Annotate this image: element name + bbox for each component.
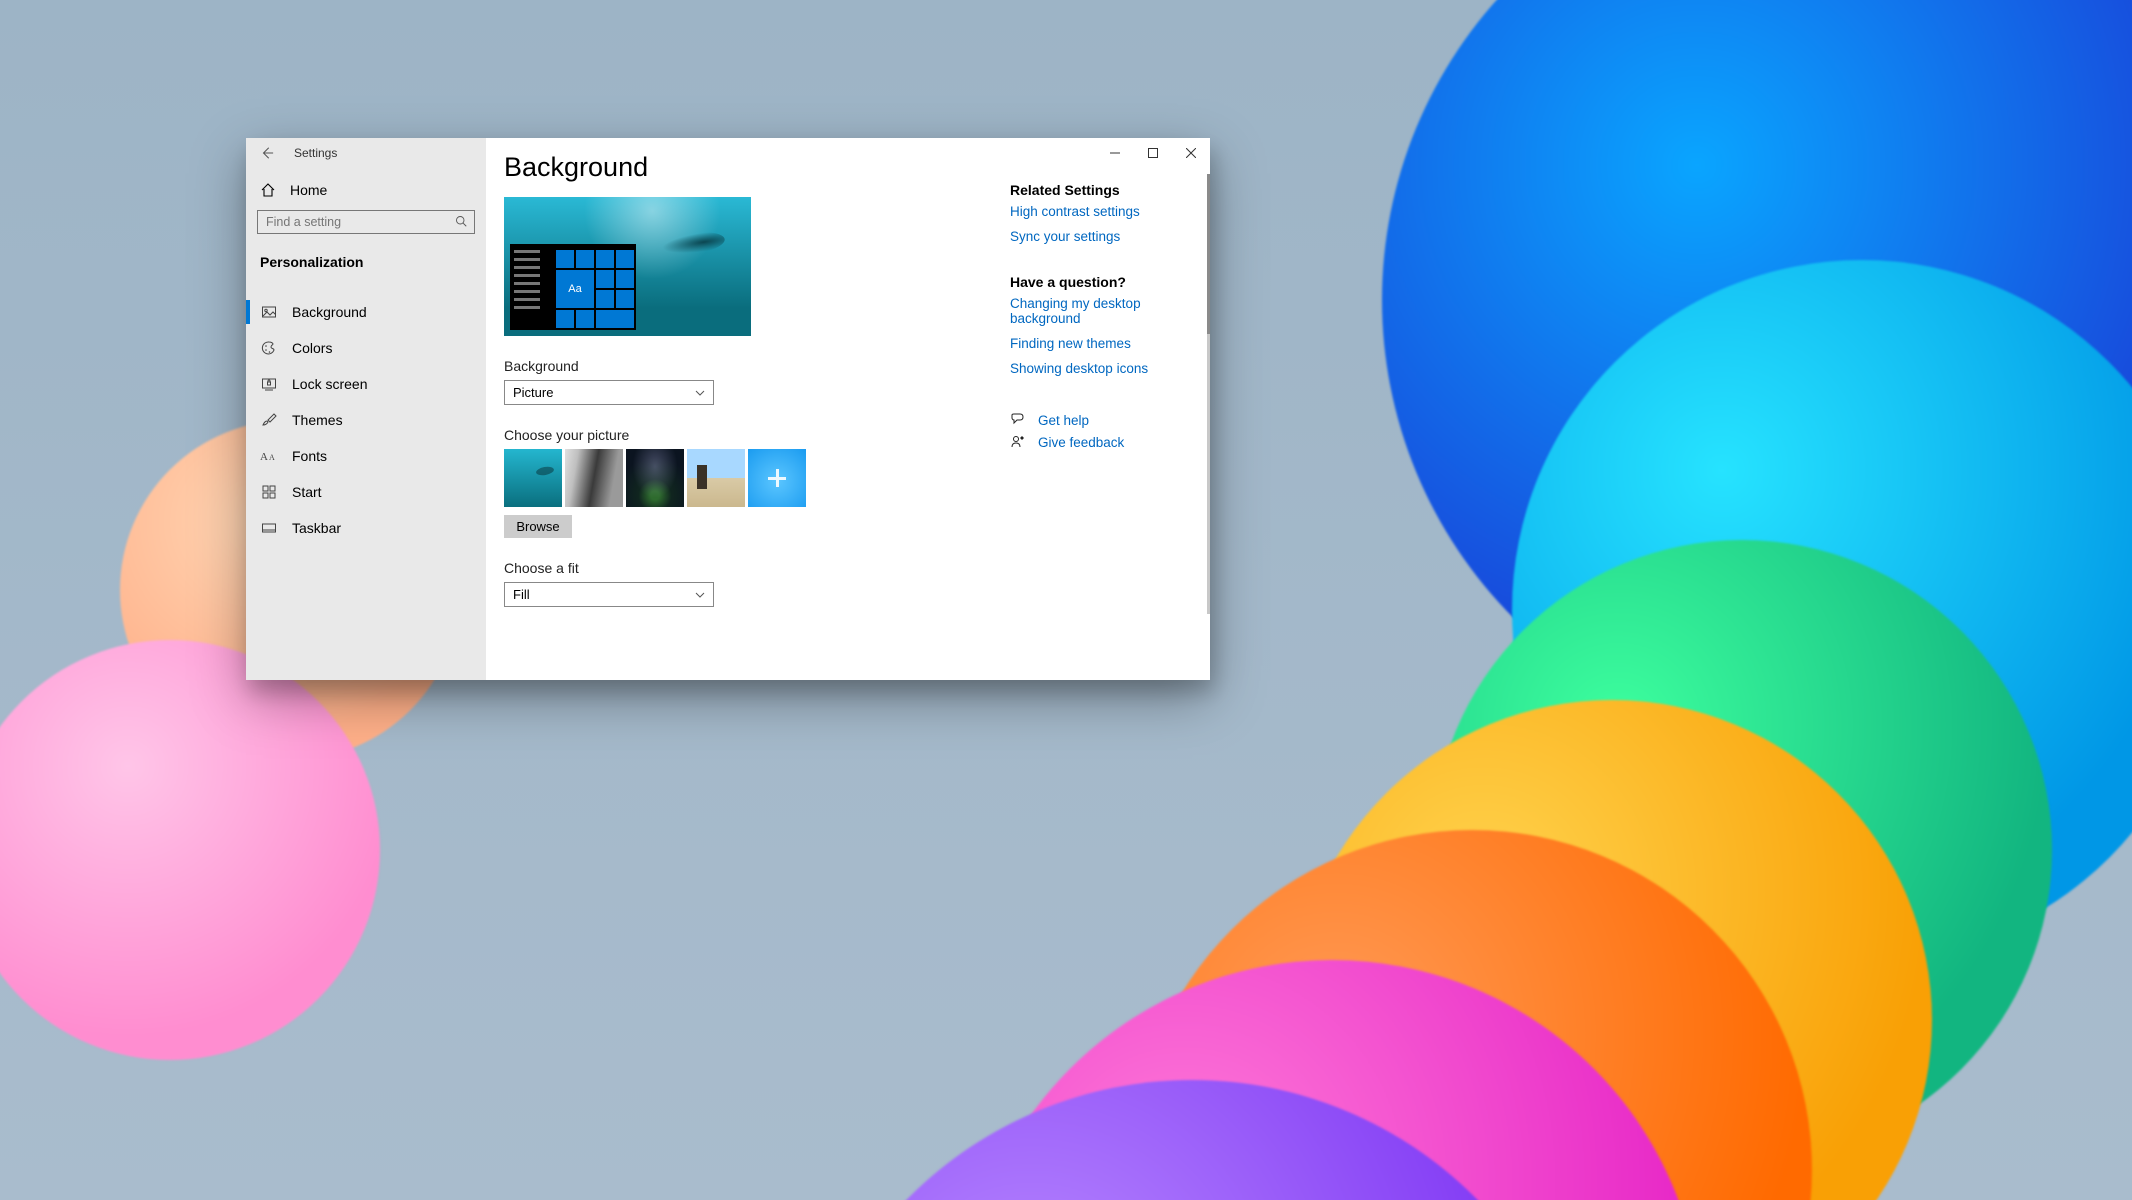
nav-pane: Settings Home Personalization Background xyxy=(246,138,486,680)
home-icon xyxy=(260,182,276,198)
feedback-icon xyxy=(1010,434,1026,450)
nav-item-label: Start xyxy=(292,484,322,500)
palette-icon xyxy=(260,340,278,356)
related-settings-heading: Related Settings xyxy=(1010,182,1198,198)
link-finding-themes[interactable]: Finding new themes xyxy=(1010,336,1198,351)
fit-dropdown[interactable]: Fill xyxy=(504,582,714,607)
nav-home[interactable]: Home xyxy=(246,168,486,202)
link-sync-settings[interactable]: Sync your settings xyxy=(1010,229,1198,244)
main-area: Background Aa Background Picture xyxy=(486,138,1210,680)
start-icon xyxy=(260,484,278,500)
fit-dropdown-value: Fill xyxy=(513,587,530,602)
picture-thumbnail[interactable] xyxy=(504,449,562,507)
nav-item-lock-screen[interactable]: Lock screen xyxy=(246,366,486,402)
nav-item-label: Taskbar xyxy=(292,520,341,536)
choose-picture-label: Choose your picture xyxy=(504,427,982,443)
picture-icon xyxy=(260,304,278,320)
svg-text:A: A xyxy=(260,451,268,463)
lock-screen-icon xyxy=(260,376,278,392)
background-dropdown-value: Picture xyxy=(513,385,553,400)
content: Background Aa Background Picture xyxy=(486,138,1004,680)
nav-item-label: Colors xyxy=(292,340,332,356)
chevron-down-icon xyxy=(695,590,705,600)
link-changing-background[interactable]: Changing my desktop background xyxy=(1010,296,1198,326)
nav-item-colors[interactable]: Colors xyxy=(246,330,486,366)
fonts-icon: AA xyxy=(260,449,278,463)
background-preview: Aa xyxy=(504,197,751,336)
nav-item-label: Lock screen xyxy=(292,376,367,392)
svg-text:A: A xyxy=(269,453,275,462)
nav-item-label: Background xyxy=(292,304,367,320)
get-help-label: Get help xyxy=(1038,413,1089,428)
search-icon xyxy=(455,215,467,227)
help-icon xyxy=(1010,412,1026,428)
nav-list: Background Colors Lock screen Themes xyxy=(246,276,486,546)
get-help-link[interactable]: Get help xyxy=(1010,412,1198,428)
taskbar-icon xyxy=(260,520,278,536)
give-feedback-label: Give feedback xyxy=(1038,435,1124,450)
nav-item-fonts[interactable]: AA Fonts xyxy=(246,438,486,474)
scrollbar[interactable] xyxy=(1207,174,1210,614)
picture-thumbnails xyxy=(504,449,982,507)
nav-item-taskbar[interactable]: Taskbar xyxy=(246,510,486,546)
question-heading: Have a question? xyxy=(1010,274,1198,290)
nav-home-label: Home xyxy=(290,182,327,198)
arrow-left-icon xyxy=(260,146,274,160)
link-showing-icons[interactable]: Showing desktop icons xyxy=(1010,361,1198,376)
nav-category: Personalization xyxy=(246,240,486,276)
app-title: Settings xyxy=(294,146,337,160)
search-input[interactable] xyxy=(257,210,475,234)
background-dropdown-label: Background xyxy=(504,358,982,374)
picture-thumbnail[interactable] xyxy=(626,449,684,507)
settings-window: Settings Home Personalization Background xyxy=(246,138,1210,680)
back-button[interactable] xyxy=(260,146,274,160)
browse-button[interactable]: Browse xyxy=(504,515,572,538)
page-title: Background xyxy=(504,152,982,183)
link-high-contrast[interactable]: High contrast settings xyxy=(1010,204,1198,219)
preview-sample-text: Aa xyxy=(568,283,581,295)
nav-item-themes[interactable]: Themes xyxy=(246,402,486,438)
nav-item-label: Fonts xyxy=(292,448,327,464)
give-feedback-link[interactable]: Give feedback xyxy=(1010,434,1198,450)
right-rail: Related Settings High contrast settings … xyxy=(1004,138,1210,680)
chevron-down-icon xyxy=(695,388,705,398)
picture-thumbnail[interactable] xyxy=(687,449,745,507)
picture-thumbnail[interactable] xyxy=(565,449,623,507)
fit-dropdown-label: Choose a fit xyxy=(504,560,982,576)
brush-icon xyxy=(260,412,278,428)
nav-item-background[interactable]: Background xyxy=(246,294,486,330)
nav-item-label: Themes xyxy=(292,412,343,428)
background-dropdown[interactable]: Picture xyxy=(504,380,714,405)
picture-thumbnail[interactable] xyxy=(748,449,806,507)
nav-item-start[interactable]: Start xyxy=(246,474,486,510)
